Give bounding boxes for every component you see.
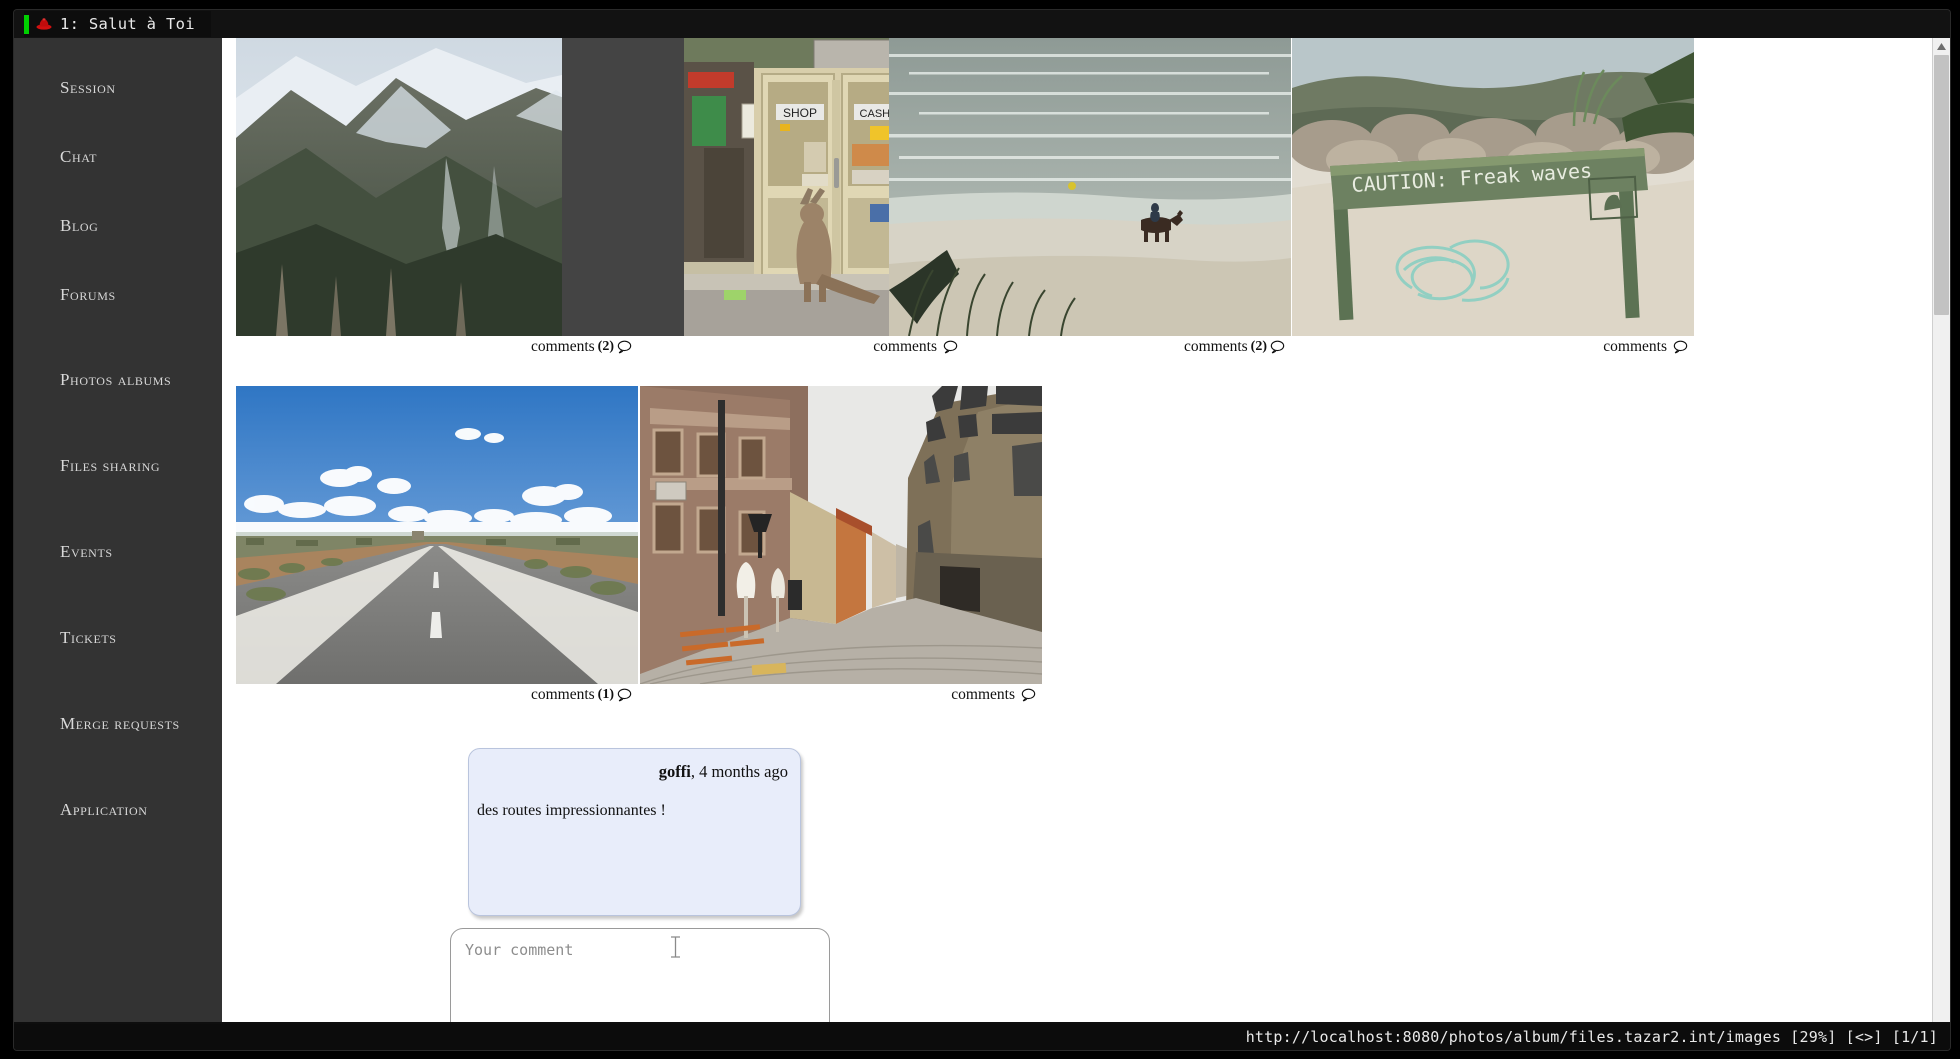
comment-timestamp: , 4 months ago	[690, 762, 788, 781]
status-bar: http://localhost:8080/photos/album/files…	[14, 1024, 1950, 1050]
speech-bubble-icon	[1021, 688, 1036, 702]
sidebar-item-application[interactable]: Application	[14, 790, 222, 830]
sidebar-item-tickets[interactable]: Tickets	[14, 618, 222, 658]
comments-link[interactable]: comments	[951, 686, 1036, 704]
sidebar-item-label: Forums	[60, 285, 116, 304]
tab-label: 1: Salut à Toi	[60, 15, 195, 33]
sidebar-item-label: Files sharing	[60, 456, 161, 475]
speech-bubble-icon	[1673, 340, 1688, 354]
sidebar-item-label: Blog	[60, 216, 99, 235]
sidebar-item-label: Events	[60, 542, 113, 561]
photo-thumbnail-link[interactable]	[640, 386, 1042, 684]
photo-outback-road	[236, 386, 638, 684]
page-viewport: Session Chat Blog Forums Photos albums F…	[14, 38, 1950, 1022]
sidebar-item-label: Chat	[60, 147, 98, 166]
comments-link[interactable]: comments (2)	[1184, 338, 1285, 356]
sidebar-item-label: Tickets	[60, 628, 117, 647]
sidebar-item-merge-requests[interactable]: Merge requests	[14, 704, 222, 744]
comment-author-line: goffi, 4 months ago	[659, 762, 788, 782]
photo-cell: comments (2)	[889, 38, 1291, 386]
comments-count: (2)	[1250, 339, 1267, 354]
scroll-up-arrow-icon[interactable]	[1933, 38, 1950, 54]
scrollbar-thumb[interactable]	[1934, 55, 1949, 315]
sidebar-item-label: Session	[60, 78, 116, 97]
photo-cathedral-street	[640, 386, 1042, 684]
photo-row: comments (1) comments	[236, 386, 1936, 734]
comments-count: (1)	[597, 687, 614, 702]
red-hat-icon	[36, 17, 52, 31]
sidebar-item-files-sharing[interactable]: Files sharing	[14, 446, 222, 486]
tab-salut-a-toi[interactable]: 1: Salut à Toi	[24, 11, 211, 37]
photo-beach-horse-rider	[889, 38, 1291, 336]
sidebar-item-label: Application	[60, 800, 148, 819]
svg-text:SHOP: SHOP	[782, 106, 816, 120]
sidebar-item-blog[interactable]: Blog	[14, 206, 222, 246]
comments-link[interactable]: comments	[1603, 338, 1688, 356]
sidebar-item-forums[interactable]: Forums	[14, 275, 222, 315]
comment-author: goffi	[658, 762, 691, 781]
photo-thumbnail-link[interactable]	[236, 386, 638, 684]
photo-freak-waves-sign: CAUTION: Freak waves	[1292, 38, 1694, 336]
browser-window: 1: Salut à Toi Session Chat Blog Forums …	[14, 10, 1950, 1050]
sidebar-item-session[interactable]: Session	[14, 68, 222, 108]
photo-cell: comments (1)	[236, 386, 638, 734]
comments-link[interactable]: comments (1)	[531, 686, 632, 704]
tab-active-indicator	[24, 14, 29, 34]
photo-kangaroo-shop: SHOP CASHIER	[683, 38, 924, 336]
tab-bar: 1: Salut à Toi	[14, 10, 1950, 38]
comment-text: des routes impressionnantes !	[477, 802, 666, 819]
photo-album-content: comments (2) SHOP CASHIER comments comme…	[222, 38, 1950, 1022]
sidebar-item-label: Photos albums	[60, 370, 172, 389]
photo-row: comments (2) SHOP CASHIER comments comme…	[236, 38, 1936, 386]
photo-cell: comments	[640, 386, 1042, 734]
photo-thumbnail-link[interactable]: CAUTION: Freak waves	[1292, 38, 1694, 336]
photo-thumbnail-link[interactable]	[889, 38, 1291, 336]
sidebar-item-label: Merge requests	[60, 714, 180, 733]
screen: 1: Salut à Toi Session Chat Blog Forums …	[0, 0, 1960, 1059]
page-scrollbar[interactable]	[1932, 38, 1950, 1022]
comments-label: comments	[1183, 338, 1248, 355]
comments-label: comments	[1603, 338, 1667, 355]
sidebar: Session Chat Blog Forums Photos albums F…	[14, 38, 222, 1022]
photo-cell: CAUTION: Freak waves comments	[1292, 38, 1694, 386]
comments-label: comments	[951, 686, 1015, 703]
speech-bubble-icon	[1270, 340, 1285, 354]
photo-grid: comments (2) SHOP CASHIER comments comme…	[236, 38, 1936, 734]
sidebar-item-events[interactable]: Events	[14, 532, 222, 572]
comment-card: goffi, 4 months ago des routes impressio…	[468, 748, 801, 916]
status-url: http://localhost:8080/photos/album/files…	[1245, 1028, 1938, 1046]
speech-bubble-icon	[617, 688, 632, 702]
comment-input[interactable]	[450, 928, 830, 1022]
sidebar-item-chat[interactable]: Chat	[14, 137, 222, 177]
sidebar-item-photos-albums[interactable]: Photos albums	[14, 360, 222, 400]
comments-label: comments	[530, 686, 595, 703]
